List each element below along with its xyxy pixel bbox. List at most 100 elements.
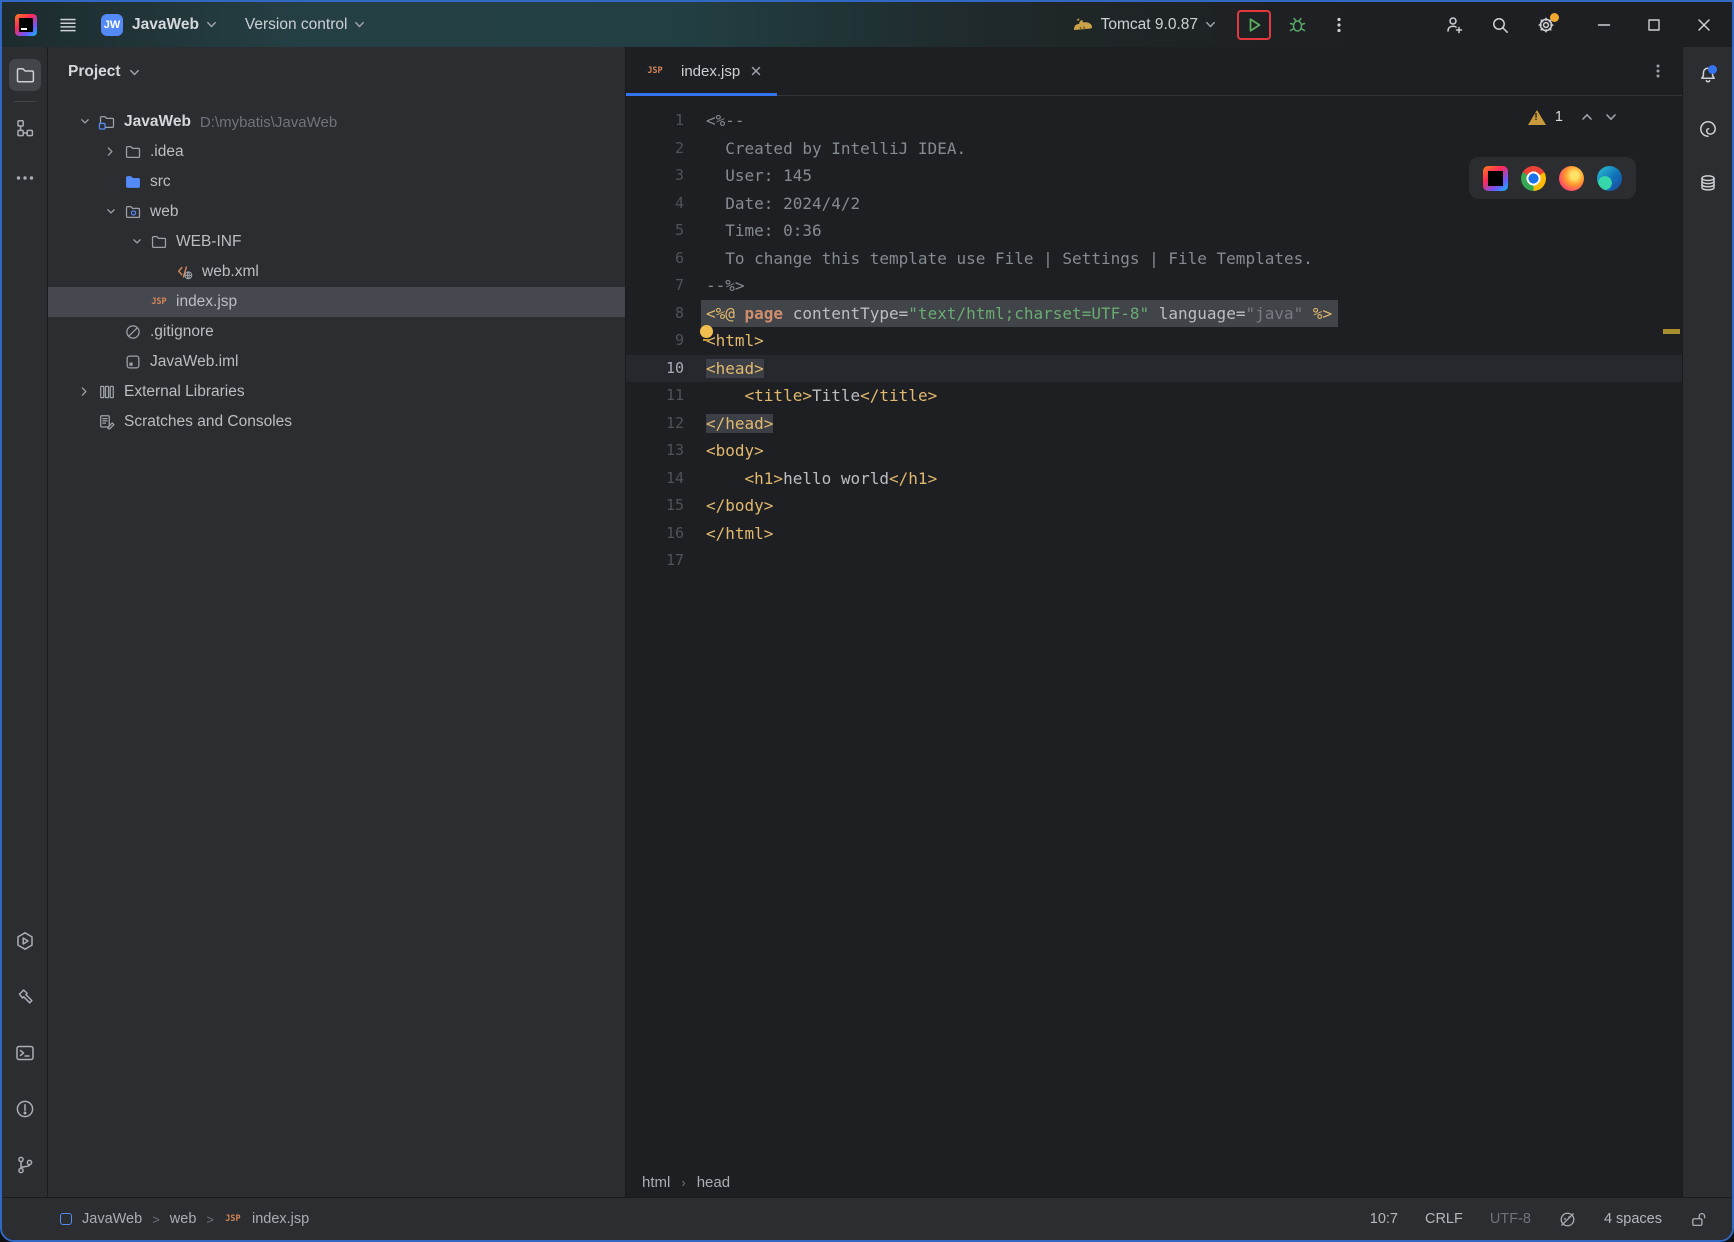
run-configuration[interactable]: Tomcat 9.0.87 bbox=[1101, 16, 1198, 34]
breadcrumb-html[interactable]: html bbox=[642, 1174, 670, 1191]
tree-item-index-jsp[interactable]: JSPindex.jsp bbox=[48, 287, 625, 317]
code-line-6[interactable]: 6 To change this template use File | Set… bbox=[626, 245, 1682, 273]
terminal-tool-button[interactable] bbox=[9, 1037, 41, 1069]
chevron-down-icon[interactable] bbox=[205, 18, 218, 31]
tree-item-scratches-and-consoles[interactable]: Scratches and Consoles bbox=[48, 407, 625, 437]
project-widget[interactable]: JavaWeb bbox=[132, 16, 199, 34]
code-line-10[interactable]: 10<head> bbox=[626, 355, 1682, 383]
edge-browser-icon[interactable] bbox=[1597, 166, 1622, 191]
main-menu-button[interactable] bbox=[58, 15, 78, 35]
firefox-browser-icon[interactable] bbox=[1559, 166, 1584, 191]
code-line-7[interactable]: 7--%> bbox=[626, 272, 1682, 300]
chevron-down-icon[interactable] bbox=[72, 113, 98, 131]
database-button[interactable] bbox=[1692, 167, 1724, 199]
chevron-down-icon[interactable] bbox=[124, 233, 150, 251]
code-line-8[interactable]: 8<%@ page contentType="text/html;charset… bbox=[626, 300, 1682, 328]
line-number[interactable]: 6 bbox=[626, 245, 698, 273]
project-panel-header[interactable]: Project bbox=[48, 47, 625, 97]
code-line-13[interactable]: 13<body> bbox=[626, 437, 1682, 465]
error-stripe-warning-mark[interactable] bbox=[1663, 329, 1680, 334]
chevron-right-icon[interactable] bbox=[98, 143, 124, 161]
notifications-button[interactable] bbox=[1692, 59, 1724, 91]
vcs-widget[interactable]: Version control bbox=[245, 16, 348, 34]
project-tool-button[interactable] bbox=[9, 59, 41, 91]
unlocked-icon[interactable] bbox=[1689, 1210, 1708, 1229]
run-button[interactable] bbox=[1244, 15, 1264, 35]
inspection-highlight-icon[interactable] bbox=[1558, 1210, 1577, 1229]
code-line-14[interactable]: 14 <h1>hello world</h1> bbox=[626, 465, 1682, 493]
tree-item--idea[interactable]: .idea bbox=[48, 137, 625, 167]
line-number[interactable]: 1 bbox=[626, 107, 698, 135]
code-line-15[interactable]: 15</body> bbox=[626, 492, 1682, 520]
line-number[interactable]: 12 bbox=[626, 410, 698, 438]
debug-button[interactable] bbox=[1287, 14, 1308, 35]
tab-index-jsp[interactable]: JSP index.jsp bbox=[626, 47, 777, 95]
indent-widget[interactable]: 4 spaces bbox=[1604, 1211, 1662, 1227]
maximize-button[interactable] bbox=[1644, 15, 1664, 35]
breadcrumb-head[interactable]: head bbox=[697, 1174, 730, 1191]
close-button[interactable] bbox=[1694, 15, 1714, 35]
build-tool-button[interactable] bbox=[9, 981, 41, 1013]
tree-item-javaweb[interactable]: JavaWebD:\mybatis\JavaWeb bbox=[48, 107, 625, 137]
code-line-9[interactable]: 9<html> bbox=[626, 327, 1682, 355]
structure-tool-button[interactable] bbox=[9, 112, 41, 144]
chevron-down-icon[interactable] bbox=[1204, 18, 1217, 31]
line-number[interactable]: 2 bbox=[626, 135, 698, 163]
line-number[interactable]: 17 bbox=[626, 547, 698, 575]
close-tab-icon[interactable] bbox=[749, 64, 763, 78]
line-separator-widget[interactable]: CRLF bbox=[1425, 1211, 1463, 1227]
caret-position-widget[interactable]: 10:7 bbox=[1370, 1211, 1398, 1227]
line-number[interactable]: 13 bbox=[626, 437, 698, 465]
line-number[interactable]: 14 bbox=[626, 465, 698, 493]
tree-item-src[interactable]: src bbox=[48, 167, 625, 197]
run-tool-button[interactable] bbox=[9, 925, 41, 957]
more-actions-kebab[interactable] bbox=[1330, 16, 1348, 34]
tree-item--gitignore[interactable]: .gitignore bbox=[48, 317, 625, 347]
line-number[interactable]: 16 bbox=[626, 520, 698, 548]
tree-item-javaweb-iml[interactable]: JavaWeb.iml bbox=[48, 347, 625, 377]
minimize-button[interactable] bbox=[1594, 15, 1614, 35]
project-badge[interactable]: JW bbox=[101, 14, 123, 36]
line-number[interactable]: 5 bbox=[626, 217, 698, 245]
intention-bulb-icon[interactable] bbox=[700, 325, 713, 338]
tree-item-web-xml[interactable]: web.xml bbox=[48, 257, 625, 287]
code-line-11[interactable]: 11 <title>Title</title> bbox=[626, 382, 1682, 410]
code-line-16[interactable]: 16</html> bbox=[626, 520, 1682, 548]
code-line-1[interactable]: 1<%-- bbox=[626, 107, 1682, 135]
code-line-17[interactable]: 17 bbox=[626, 547, 1682, 575]
search-everywhere-button[interactable] bbox=[1490, 15, 1510, 35]
prev-warning-chevron-up-icon[interactable] bbox=[1580, 110, 1594, 124]
inspections-widget[interactable]: 1 bbox=[1528, 109, 1618, 125]
intellij-browser-icon[interactable] bbox=[1483, 166, 1508, 191]
ai-assistant-button[interactable] bbox=[1692, 113, 1724, 145]
encoding-widget[interactable]: UTF-8 bbox=[1490, 1211, 1531, 1227]
tree-item-web[interactable]: web bbox=[48, 197, 625, 227]
more-tool-windows-button[interactable] bbox=[9, 162, 41, 194]
settings-button[interactable] bbox=[1536, 15, 1556, 35]
status-crumb-project[interactable]: JavaWeb bbox=[82, 1211, 142, 1227]
editor-options-kebab[interactable] bbox=[1650, 63, 1666, 79]
line-number[interactable]: 10 bbox=[626, 355, 698, 383]
code-line-12[interactable]: 12</head> bbox=[626, 410, 1682, 438]
tree-item-web-inf[interactable]: WEB-INF bbox=[48, 227, 625, 257]
line-number[interactable]: 11 bbox=[626, 382, 698, 410]
next-warning-chevron-down-icon[interactable] bbox=[1604, 110, 1618, 124]
line-number[interactable]: 3 bbox=[626, 162, 698, 190]
line-number[interactable]: 8 bbox=[626, 300, 698, 328]
line-number[interactable]: 9 bbox=[626, 327, 698, 355]
line-number[interactable]: 15 bbox=[626, 492, 698, 520]
problems-tool-button[interactable] bbox=[9, 1093, 41, 1125]
code-with-me-button[interactable] bbox=[1444, 15, 1464, 35]
status-crumb-web[interactable]: web bbox=[170, 1211, 197, 1227]
chevron-right-icon[interactable] bbox=[72, 383, 98, 401]
chevron-down-icon[interactable] bbox=[98, 203, 124, 221]
line-number[interactable]: 7 bbox=[626, 272, 698, 300]
version-control-tool-button[interactable] bbox=[9, 1149, 41, 1181]
chrome-browser-icon[interactable] bbox=[1521, 166, 1546, 191]
editor-body[interactable]: 1<%--2 Created by IntelliJ IDEA.3 User: … bbox=[626, 96, 1682, 1167]
chevron-down-icon[interactable] bbox=[353, 18, 366, 31]
line-number[interactable]: 4 bbox=[626, 190, 698, 218]
code-line-5[interactable]: 5 Time: 0:36 bbox=[626, 217, 1682, 245]
tree-item-external-libraries[interactable]: External Libraries bbox=[48, 377, 625, 407]
status-crumb-file[interactable]: index.jsp bbox=[252, 1211, 309, 1227]
